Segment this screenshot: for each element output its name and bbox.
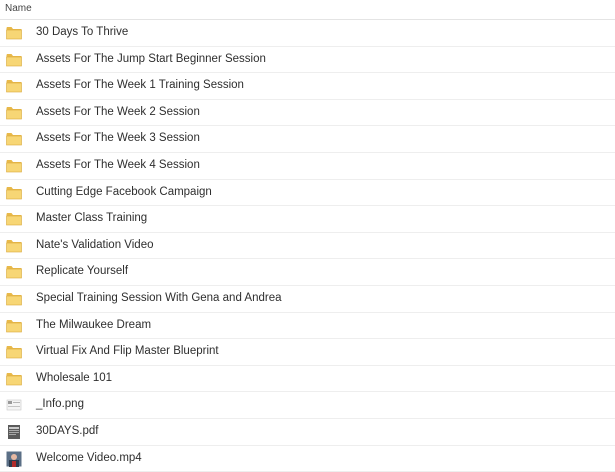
column-header: Name	[0, 0, 615, 20]
file-list: 30 Days To Thrive Assets For The Jump Sta…	[0, 20, 615, 472]
folder-icon	[6, 53, 22, 69]
folder-icon	[6, 239, 22, 255]
folder-name[interactable]: Master Class Training	[36, 212, 147, 224]
folder-name[interactable]: Assets For The Week 2 Session	[36, 106, 200, 118]
folder-row[interactable]: Assets For The Week 2 Session	[0, 100, 615, 127]
folder-name[interactable]: 30 Days To Thrive	[36, 26, 128, 38]
folder-name[interactable]: Virtual Fix And Flip Master Blueprint	[36, 345, 219, 357]
folder-icon	[6, 292, 22, 308]
folder-row[interactable]: 30 Days To Thrive	[0, 20, 615, 47]
file-name[interactable]: _Info.png	[36, 398, 84, 410]
folder-icon	[6, 106, 22, 122]
folder-name[interactable]: Replicate Yourself	[36, 265, 128, 277]
folder-name[interactable]: Nate's Validation Video	[36, 239, 154, 251]
folder-row[interactable]: Assets For The Week 4 Session	[0, 153, 615, 180]
image-thumbnail-icon	[6, 397, 22, 413]
folder-name[interactable]: The Milwaukee Dream	[36, 319, 151, 331]
folder-row[interactable]: Virtual Fix And Flip Master Blueprint	[0, 339, 615, 366]
video-thumbnail-icon	[6, 451, 22, 467]
folder-icon	[6, 186, 22, 202]
file-name[interactable]: 30DAYS.pdf	[36, 425, 98, 437]
file-name[interactable]: Welcome Video.mp4	[36, 452, 142, 464]
folder-icon	[6, 319, 22, 335]
folder-name[interactable]: Assets For The Week 3 Session	[36, 132, 200, 144]
pdf-thumbnail-icon	[6, 424, 22, 440]
folder-row[interactable]: Special Training Session With Gena and A…	[0, 286, 615, 313]
folder-row[interactable]: Nate's Validation Video	[0, 233, 615, 260]
folder-row[interactable]: The Milwaukee Dream	[0, 313, 615, 340]
name-column-header[interactable]: Name	[5, 3, 32, 14]
folder-row[interactable]: Cutting Edge Facebook Campaign	[0, 180, 615, 207]
folder-icon	[6, 159, 22, 175]
folder-icon	[6, 212, 22, 228]
file-row[interactable]: 30DAYS.pdf	[0, 419, 615, 446]
folder-row[interactable]: Assets For The Week 3 Session	[0, 126, 615, 153]
folder-row[interactable]: Wholesale 101	[0, 366, 615, 393]
folder-icon	[6, 265, 22, 281]
folder-icon	[6, 26, 22, 42]
folder-icon	[6, 79, 22, 95]
folder-name[interactable]: Wholesale 101	[36, 372, 112, 384]
folder-name[interactable]: Cutting Edge Facebook Campaign	[36, 186, 212, 198]
folder-row[interactable]: Master Class Training	[0, 206, 615, 233]
folder-icon	[6, 345, 22, 361]
folder-row[interactable]: Assets For The Jump Start Beginner Sessi…	[0, 47, 615, 74]
folder-name[interactable]: Assets For The Week 1 Training Session	[36, 79, 244, 91]
file-row[interactable]: _Info.png	[0, 392, 615, 419]
folder-icon	[6, 132, 22, 148]
folder-row[interactable]: Replicate Yourself	[0, 259, 615, 286]
folder-name[interactable]: Assets For The Jump Start Beginner Sessi…	[36, 53, 266, 65]
folder-row[interactable]: Assets For The Week 1 Training Session	[0, 73, 615, 100]
folder-name[interactable]: Assets For The Week 4 Session	[36, 159, 200, 171]
file-row[interactable]: Welcome Video.mp4	[0, 446, 615, 472]
folder-name[interactable]: Special Training Session With Gena and A…	[36, 292, 281, 304]
folder-icon	[6, 372, 22, 388]
